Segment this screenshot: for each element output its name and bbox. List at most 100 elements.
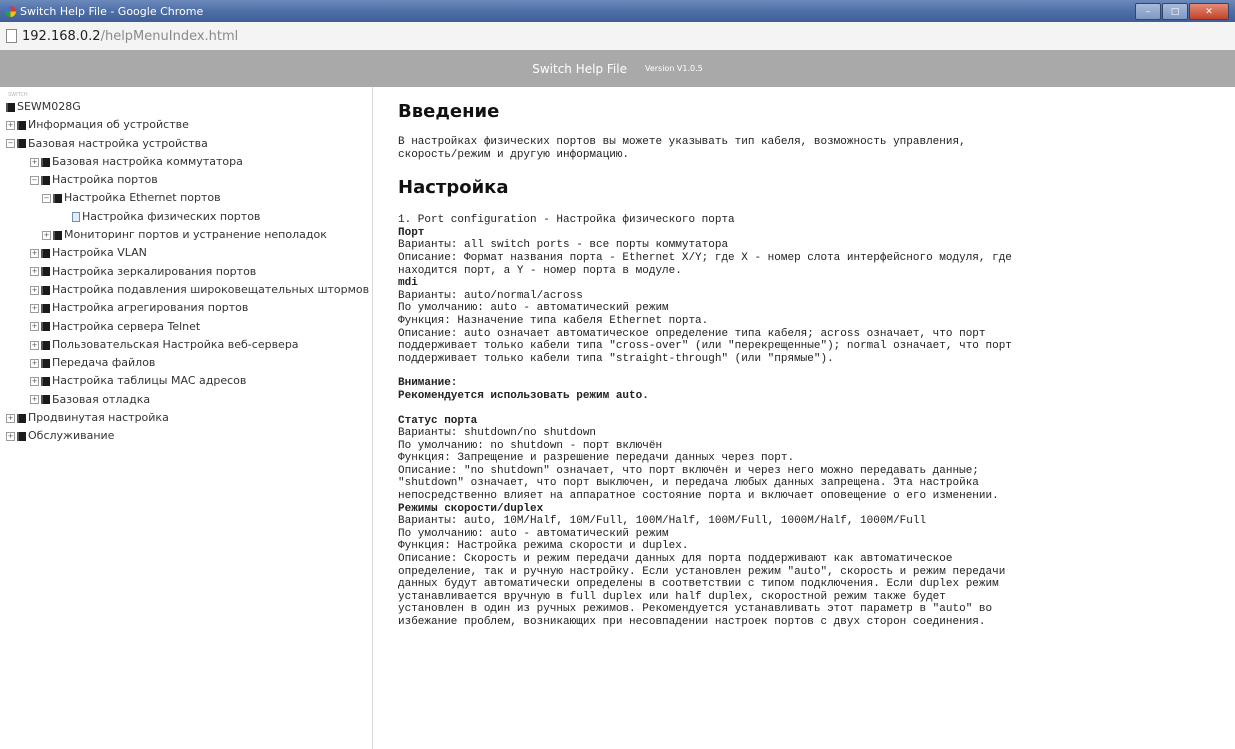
body-line: поддерживает только кабели типа "straigh… <box>398 352 834 365</box>
book-icon <box>53 230 62 240</box>
url-host: 192.168.0.2 <box>22 28 101 44</box>
body-line: Функция: Назначение типа кабеля Ethernet… <box>398 314 709 327</box>
warning-heading: Внимание: <box>398 377 458 390</box>
body-line: Функция: Запрещение и разрешение передач… <box>398 452 795 465</box>
expand-icon[interactable]: + <box>30 267 39 277</box>
param-heading-speed-duplex: Режимы скорости/duplex <box>398 502 544 515</box>
tree-item-physical-port-setup[interactable]: Настройка физических портов <box>0 208 372 226</box>
expand-icon[interactable]: + <box>42 230 51 240</box>
expand-icon[interactable]: + <box>30 285 39 295</box>
expand-icon[interactable]: + <box>30 377 39 387</box>
book-icon <box>41 340 50 350</box>
tree-item-web-server[interactable]: + Пользовательская Настройка веб-сервера <box>0 336 372 354</box>
tree-item-port-setup[interactable]: − Настройка портов <box>0 171 372 189</box>
tree-item-maintenance[interactable]: + Обслуживание <box>0 427 372 445</box>
collapse-icon[interactable]: − <box>30 175 39 185</box>
tree-item-telnet[interactable]: + Настройка сервера Telnet <box>0 318 372 336</box>
body-line: Варианты: auto/normal/across <box>398 289 583 302</box>
close-button[interactable]: ✕ <box>1189 3 1229 20</box>
expand-icon[interactable]: + <box>30 358 39 368</box>
body-line: Варианты: auto, 10M/Half, 10M/Full, 100M… <box>398 515 927 528</box>
expand-icon[interactable]: + <box>30 303 39 313</box>
body-line: По умолчанию: auto - автоматический режи… <box>398 302 669 315</box>
expand-icon[interactable]: + <box>6 432 15 441</box>
body-line: находится порт, а Y - номер порта в моду… <box>398 264 682 277</box>
body-line: Варианты: all switch ports - все порты к… <box>398 239 729 252</box>
book-icon <box>41 322 50 332</box>
tree-item-basic-device-setup[interactable]: − Базовая настройка устройства <box>0 135 372 153</box>
body-line: Функция: Настройка режима скорости и dup… <box>398 540 689 553</box>
tree-item-file-transfer[interactable]: + Передача файлов <box>0 354 372 372</box>
book-icon <box>53 194 62 204</box>
body-line: По умолчанию: auto - автоматический режи… <box>398 527 669 540</box>
window-controls: – □ ✕ <box>1135 3 1229 20</box>
tree-item-port-aggregation[interactable]: + Настройка агрегирования портов <box>0 299 372 317</box>
page-icon <box>6 29 17 43</box>
param-heading-mdi: mdi <box>398 277 418 290</box>
body-line: устанавливается вручную в full duplex ил… <box>398 590 946 603</box>
book-icon <box>17 432 26 441</box>
book-icon <box>41 395 50 405</box>
address-bar[interactable]: 192.168.0.2/helpMenuIndex.html <box>0 22 1235 51</box>
tree-item-ethernet-port-setup[interactable]: − Настройка Ethernet портов <box>0 189 372 207</box>
tree-item-advanced[interactable]: + Продвинутая настройка <box>0 409 372 427</box>
body-line: Описание: Скорость и режим передачи данн… <box>398 553 953 566</box>
help-content: Введение В настройках физических портов … <box>373 87 1235 749</box>
tree-item-port-monitoring[interactable]: + Мониторинг портов и устранение неполадо… <box>0 226 372 244</box>
collapse-icon[interactable]: − <box>42 194 51 204</box>
book-icon <box>6 102 15 112</box>
minimize-button[interactable]: – <box>1135 3 1161 20</box>
collapse-icon[interactable]: − <box>6 139 15 149</box>
setup-body: 1. Port configuration - Настройка физиче… <box>398 214 1235 628</box>
tree-item-vlan[interactable]: + Настройка VLAN <box>0 244 372 262</box>
body-line: определение, так и ручную настройку. Есл… <box>398 565 1006 578</box>
body-line: Описание: "no shutdown" означает, что по… <box>398 464 979 477</box>
body-line: 1. Port configuration - Настройка физиче… <box>398 214 735 227</box>
page-icon <box>72 211 80 222</box>
body-line: "shutdown" означает, что порт выключен, … <box>398 477 979 490</box>
warning-text: Рекомендуется использовать режим auto. <box>398 389 649 402</box>
section-heading-intro: Введение <box>398 101 500 122</box>
tree-item-mac-table[interactable]: + Настройка таблицы MAC адресов <box>0 372 372 390</box>
help-header: Switch Help File Version V1.0.5 <box>0 50 1235 87</box>
chrome-app-icon <box>5 5 16 17</box>
expand-icon[interactable]: + <box>6 413 15 423</box>
maximize-button[interactable]: □ <box>1162 3 1188 20</box>
body-line: избежание проблем, возникающих при несов… <box>398 616 986 628</box>
expand-icon[interactable]: + <box>30 395 39 405</box>
book-icon <box>17 139 26 149</box>
intro-line: В настройках физических портов вы можете… <box>398 136 966 148</box>
book-icon <box>41 358 50 368</box>
body-line: По умолчанию: no shutdown - порт включён <box>398 439 663 452</box>
body-line: Варианты: shutdown/no shutdown <box>398 427 597 440</box>
help-version: Version V1.0.5 <box>644 64 703 73</box>
book-icon <box>17 413 26 423</box>
tree-item-basic-debug[interactable]: + Базовая отладка <box>0 391 372 409</box>
tree-item-basic-switch-setup[interactable]: + Базовая настройка коммутатора <box>0 153 372 171</box>
book-icon <box>41 157 50 167</box>
tree-item-root[interactable]: SEWM028G <box>0 98 372 116</box>
expand-icon[interactable]: + <box>30 249 39 259</box>
body-line: поддерживает только кабели типа "cross-o… <box>398 340 1012 353</box>
help-title: Switch Help File <box>532 61 627 76</box>
section-heading-setup: Настройка <box>398 177 509 199</box>
intro-line: скорость/режим и другую информацию. <box>398 148 630 161</box>
tree-item-device-info[interactable]: + Информация об устройстве <box>0 116 372 134</box>
book-icon <box>41 377 50 387</box>
book-icon <box>41 267 50 277</box>
sidebar-tree: SWITCH SEWM028G + Информация об устройств… <box>0 87 373 749</box>
body-line: непосредственно влияет на аппаратное сос… <box>398 490 999 503</box>
body-line: Описание: Формат названия порта - Ethern… <box>398 251 1012 264</box>
tree-item-storm-control[interactable]: + Настройка подавления широковещательных … <box>0 281 372 299</box>
expand-icon[interactable]: + <box>30 157 39 167</box>
expand-icon[interactable]: + <box>30 340 39 350</box>
expand-icon[interactable]: + <box>30 322 39 332</box>
window-titlebar: Switch Help File - Google Chrome – □ ✕ <box>0 0 1235 22</box>
body-line: установлен в один из ручных режимов. Рек… <box>398 603 993 616</box>
tree-item-port-mirroring[interactable]: + Настройка зеркалирования портов <box>0 263 372 281</box>
expand-icon[interactable]: + <box>6 120 15 130</box>
url-path: /helpMenuIndex.html <box>100 28 239 44</box>
window-title: Switch Help File - Google Chrome <box>20 4 204 18</box>
